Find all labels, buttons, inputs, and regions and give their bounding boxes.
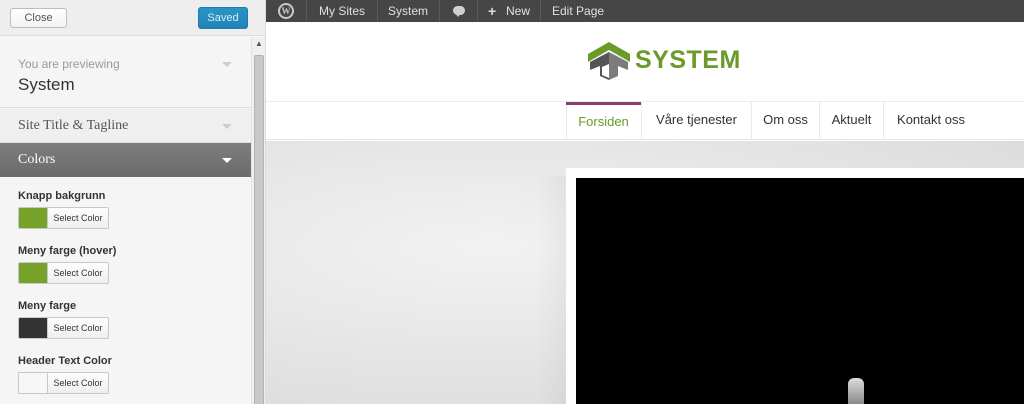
chevron-down-icon (222, 62, 232, 67)
chevron-down-icon (222, 158, 232, 163)
nav-item-vare-tjenester[interactable]: Våre tjenester (642, 102, 751, 140)
admin-bar-site-name[interactable]: System (388, 0, 428, 22)
section-site-title-label: Site Title & Tagline (18, 118, 129, 133)
select-color-button[interactable]: Select Color (47, 318, 108, 338)
preview-theme-name: System (18, 75, 75, 94)
video-figure (848, 378, 864, 404)
admin-bar-edit-page[interactable]: Edit Page (552, 0, 604, 22)
site-header: SYSTEM (266, 22, 1024, 102)
color-swatch (19, 263, 47, 283)
color-label-knapp-bakgrunn: Knapp bakgrunn (18, 190, 106, 202)
select-color-button[interactable]: Select Color (47, 373, 108, 393)
admin-bar-new[interactable]: New (506, 0, 530, 22)
section-colors[interactable]: Colors (0, 143, 251, 177)
plus-icon[interactable]: + (488, 0, 496, 22)
system-logo-icon[interactable] (586, 40, 632, 84)
sidebar-header: Close Saved (0, 0, 265, 36)
color-label-meny-farge: Meny farge (18, 300, 77, 312)
comments-icon-tail (455, 13, 461, 17)
nav-item-kontakt-oss[interactable]: Kontakt oss (884, 102, 978, 140)
wordpress-icon[interactable]: W (278, 3, 294, 19)
color-picker-header-text[interactable]: Select Color (18, 372, 109, 394)
color-picker-meny-farge[interactable]: Select Color (18, 317, 109, 339)
color-label-header-text: Header Text Color (18, 355, 112, 367)
section-colors-label: Colors (18, 152, 56, 167)
main-navigation: Forsiden Våre tjenester Om oss Aktuelt K… (266, 102, 1024, 140)
select-color-button[interactable]: Select Color (47, 263, 108, 283)
admin-bar-my-sites[interactable]: My Sites (319, 0, 365, 22)
chevron-down-icon (222, 124, 232, 129)
customizer-sidebar: Close Saved You are previewing System Si… (0, 0, 266, 404)
saved-button[interactable]: Saved (198, 7, 248, 29)
color-swatch (19, 208, 47, 228)
scrollbar-thumb[interactable] (254, 55, 264, 404)
admin-bar-separator (377, 0, 378, 22)
sidebar-scrollbar[interactable]: ▲ (251, 37, 265, 404)
color-swatch (19, 373, 47, 393)
nav-item-om-oss[interactable]: Om oss (752, 102, 819, 140)
admin-bar-separator (477, 0, 478, 22)
admin-bar-separator (439, 0, 440, 22)
preview-label: You are previewing (18, 57, 120, 71)
select-color-button[interactable]: Select Color (47, 208, 108, 228)
preview-info[interactable]: You are previewing System (0, 37, 251, 108)
hero-video[interactable] (576, 178, 1024, 404)
nav-item-aktuelt[interactable]: Aktuelt (820, 102, 883, 140)
scroll-up-arrow-icon[interactable]: ▲ (252, 37, 265, 51)
close-button[interactable]: Close (10, 8, 67, 28)
color-picker-meny-farge-hover[interactable]: Select Color (18, 262, 109, 284)
color-label-meny-farge-hover: Meny farge (hover) (18, 245, 117, 257)
section-site-title[interactable]: Site Title & Tagline (0, 109, 251, 143)
site-brand-title[interactable]: SYSTEM (635, 46, 741, 75)
nav-item-forsiden[interactable]: Forsiden (566, 102, 641, 140)
admin-bar-separator (306, 0, 307, 22)
admin-bar: W My Sites System + New Edit Page (266, 0, 1024, 22)
color-swatch (19, 318, 47, 338)
admin-bar-separator (540, 0, 541, 22)
color-picker-knapp-bakgrunn[interactable]: Select Color (18, 207, 109, 229)
